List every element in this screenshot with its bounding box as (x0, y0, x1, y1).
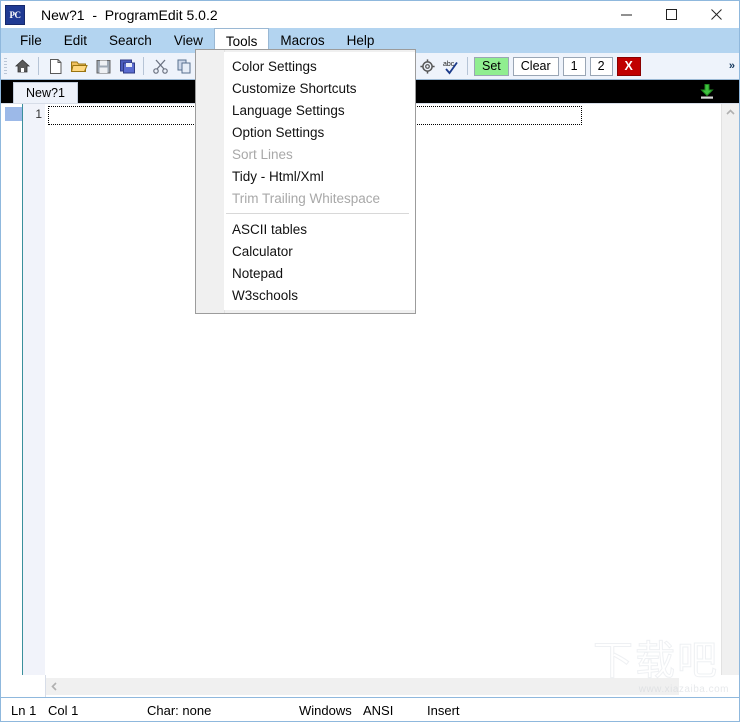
window-title: New?1 - ProgramEdit 5.0.2 (41, 6, 218, 23)
close-button[interactable] (694, 1, 739, 28)
toolbar-separator (143, 57, 144, 75)
menu-item-search[interactable]: Search (98, 28, 163, 53)
status-insert-mode: Insert (427, 703, 460, 718)
status-line: Ln 1 (11, 703, 37, 718)
menu-option-language-settings[interactable]: Language Settings (224, 99, 415, 121)
menu-option-color-settings[interactable]: Color Settings (224, 55, 415, 77)
toolbar-separator (467, 57, 468, 75)
menu-option-tidy-html-xml[interactable]: Tidy - Html/Xml (224, 165, 415, 187)
vertical-scrollbar[interactable] (721, 104, 739, 676)
new-file-icon[interactable] (43, 55, 67, 78)
chevron-up-icon[interactable] (722, 104, 739, 121)
clear-button[interactable]: Clear (512, 56, 559, 76)
line-number: 1 (35, 107, 42, 121)
toolbar-overflow-button[interactable]: » (729, 60, 735, 72)
copy-icon[interactable] (172, 55, 196, 78)
cut-icon[interactable] (148, 55, 172, 78)
line-number-gutter: 1 (23, 104, 45, 676)
open-folder-icon[interactable] (67, 55, 91, 78)
menu-option-trim-trailing-whitespace: Trim Trailing Whitespace (232, 190, 381, 206)
bookmark-marker[interactable] (5, 107, 22, 121)
save-icon[interactable] (91, 55, 115, 78)
status-char: Char: none (147, 703, 212, 718)
menu-option-option-settings[interactable]: Option Settings (224, 121, 415, 143)
bookmark-margin[interactable] (2, 104, 23, 676)
spellcheck-icon[interactable]: abc (439, 55, 463, 78)
status-line-ending: Windows (299, 703, 352, 718)
status-encoding: ANSI (363, 703, 394, 718)
home-icon[interactable] (10, 55, 34, 78)
horizontal-scrollbar[interactable] (46, 677, 679, 695)
toolbar-grip[interactable] (4, 57, 7, 75)
minimize-button[interactable] (604, 1, 649, 28)
chevron-left-icon[interactable] (46, 678, 63, 695)
close-x-button[interactable]: X (616, 56, 641, 76)
menu-option-customize-shortcuts[interactable]: Customize Shortcuts (224, 77, 415, 99)
toolbar-separator (38, 57, 39, 75)
status-column: Col 1 (48, 703, 79, 718)
menu-option-calculator[interactable]: Calculator (224, 240, 415, 262)
tools-dropdown-menu[interactable]: Color Settings Customize Shortcuts Langu… (195, 49, 416, 314)
bottom-scroll-row (1, 675, 739, 697)
menu-option-ascii-tables[interactable]: ASCII tables (224, 218, 415, 240)
set-button[interactable]: Set (474, 56, 509, 76)
status-bar: Ln 1 Col 1 Char: none Windows ANSI Inser… (1, 697, 739, 721)
save-all-icon[interactable] (115, 55, 139, 78)
menu-option-notepad[interactable]: Notepad (224, 262, 415, 284)
title-bar: PC New?1 - ProgramEdit 5.0.2 (1, 1, 739, 28)
maximize-button[interactable] (649, 1, 694, 28)
dropdown-items: Color Settings Customize Shortcuts Langu… (224, 52, 415, 310)
bookmark-1-button[interactable]: 1 (562, 56, 586, 76)
gear-icon[interactable] (415, 55, 439, 78)
menu-item-file[interactable]: File (9, 28, 53, 53)
download-arrow-icon[interactable] (699, 83, 715, 100)
menu-option-sort-lines: Sort Lines (232, 146, 293, 162)
menu-item-edit[interactable]: Edit (53, 28, 98, 53)
app-icon: PC (5, 4, 25, 25)
dropdown-icon-strip (196, 50, 225, 313)
tab-new-1[interactable]: New?1 (13, 82, 78, 103)
application-window: PC New?1 - ProgramEdit 5.0.2 File Edit S… (0, 0, 740, 722)
bookmark-2-button[interactable]: 2 (589, 56, 613, 76)
scroll-corner (1, 675, 46, 697)
menu-option-w3schools[interactable]: W3schools (224, 284, 415, 306)
window-controls (604, 1, 739, 28)
dropdown-separator (226, 213, 409, 214)
